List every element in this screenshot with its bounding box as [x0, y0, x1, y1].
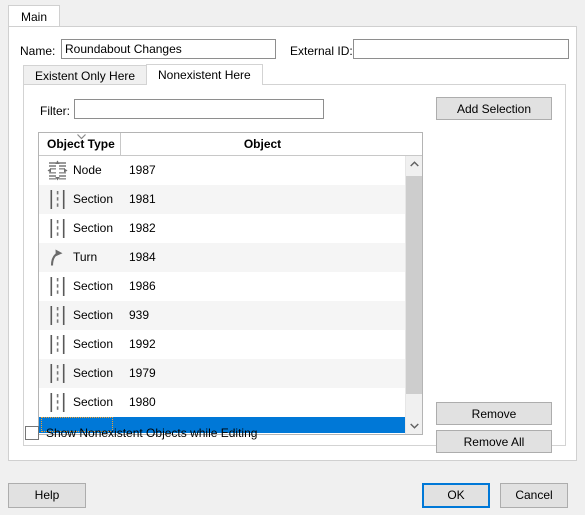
table-cell-object-type: Section	[73, 221, 114, 235]
filter-input[interactable]	[74, 99, 324, 119]
remove-button[interactable]: Remove	[436, 402, 552, 425]
table-cell-object: 1984	[129, 250, 156, 264]
dialog-window: Main Name: External ID: Existent Only He…	[0, 0, 585, 515]
scrollbar-thumb[interactable]	[406, 176, 422, 394]
table-cell-object: 1992	[129, 337, 156, 351]
table-cell-object-type: Section	[73, 395, 114, 409]
table-cell-icon	[47, 359, 69, 388]
table-cell-object-type: Section	[73, 366, 114, 380]
section-icon	[47, 392, 68, 413]
cancel-button[interactable]: Cancel	[500, 483, 568, 508]
table-cell-icon	[47, 301, 69, 330]
dialog-footer: Help OK Cancel	[0, 461, 585, 515]
table-cell-object: 1986	[129, 279, 156, 293]
table-cell-object-type: Section	[73, 192, 114, 206]
table-cell-object: 939	[129, 308, 150, 322]
tab-main[interactable]: Main	[8, 5, 61, 27]
table-cell-object: 1982	[129, 221, 156, 235]
table-cell-object-type: Section	[73, 337, 114, 351]
objects-table: Object Type Object Node 1987 Section 1981 Se…	[38, 132, 423, 435]
outer-tabstrip: Main	[8, 5, 577, 27]
external-id-label: External ID:	[290, 44, 353, 58]
table-row[interactable]: Section 1986	[39, 272, 422, 301]
table-row[interactable]: Turn 1984	[39, 243, 422, 272]
nonexistent-here-panel: Filter: Add Selection Remove Remove All …	[23, 84, 566, 453]
add-selection-button[interactable]: Add Selection	[436, 97, 552, 120]
remove-all-button[interactable]: Remove All	[436, 430, 552, 453]
table-row[interactable]: Section 939	[39, 301, 422, 330]
section-icon	[47, 305, 68, 326]
table-cell-object-type: Section	[73, 308, 114, 322]
table-cell-object-type: Node	[73, 163, 102, 177]
table-row[interactable]: Section 1992	[39, 330, 422, 359]
tab-nonexistent-here[interactable]: Nonexistent Here	[146, 64, 263, 85]
show-nonexistent-label: Show Nonexistent Objects while Editing	[46, 426, 258, 440]
section-icon	[47, 276, 68, 297]
section-icon	[47, 363, 68, 384]
table-cell-icon	[47, 272, 69, 301]
table-row[interactable]: Section 1979	[39, 359, 422, 388]
table-cell-icon	[47, 185, 69, 214]
tab-existent-only-here[interactable]: Existent Only Here	[23, 65, 148, 85]
table-row[interactable]: Section 1980	[39, 388, 422, 417]
section-icon	[47, 334, 68, 355]
table-cell-object: 1979	[129, 366, 156, 380]
external-id-input[interactable]	[353, 39, 569, 59]
main-page-body: Name: External ID: Existent Only Here No…	[8, 26, 577, 461]
filter-label: Filter:	[40, 104, 70, 118]
ok-button[interactable]: OK	[422, 483, 490, 508]
help-button[interactable]: Help	[8, 483, 86, 508]
table-cell-object-type: Section	[73, 279, 114, 293]
table-cell-icon	[47, 214, 69, 243]
table-vertical-scrollbar[interactable]	[405, 156, 422, 434]
scroll-down-button[interactable]	[406, 418, 422, 434]
name-label: Name:	[20, 44, 56, 58]
table-row[interactable]: Node 1987	[39, 156, 422, 185]
table-cell-object-type: Turn	[73, 250, 98, 264]
identity-field-row: Name: External ID:	[9, 27, 576, 59]
table-cell-object: 1981	[129, 192, 156, 206]
section-icon	[47, 218, 68, 239]
table-cell-icon	[47, 156, 69, 185]
scroll-up-button[interactable]	[406, 156, 422, 173]
name-input[interactable]	[61, 39, 276, 59]
sort-descending-icon	[77, 134, 86, 140]
turn-icon	[47, 247, 68, 268]
table-cell-object: 1987	[129, 163, 156, 177]
table-row[interactable]: Section 1981	[39, 185, 422, 214]
table-header-row: Object Type Object	[39, 133, 422, 156]
section-icon	[47, 189, 68, 210]
node-icon	[47, 160, 68, 181]
column-header-object[interactable]: Object	[121, 133, 404, 155]
show-nonexistent-checkbox[interactable]	[25, 426, 39, 440]
table-cell-icon	[47, 388, 69, 417]
table-cell-object: 1980	[129, 395, 156, 409]
column-header-object-type[interactable]: Object Type	[39, 133, 121, 155]
table-body[interactable]: Node 1987 Section 1981 Section 1982 Turn 1984 Se…	[39, 156, 422, 434]
table-cell-icon	[47, 243, 69, 272]
table-cell-icon	[47, 330, 69, 359]
table-row[interactable]: Section 1982	[39, 214, 422, 243]
